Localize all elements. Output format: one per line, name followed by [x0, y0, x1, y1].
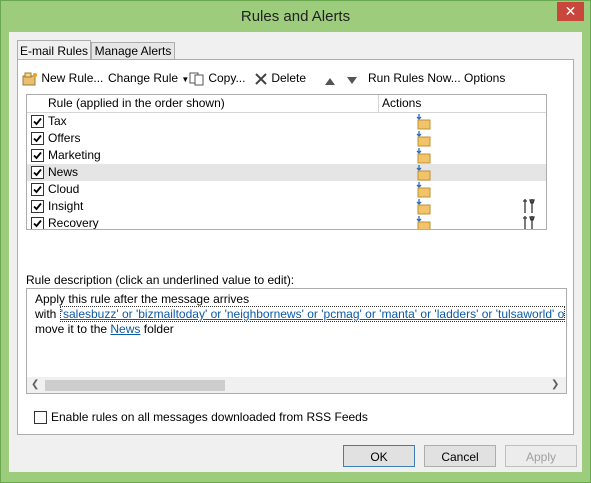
column-divider[interactable] — [378, 95, 379, 112]
rule-name: Marketing — [48, 148, 101, 162]
rule-name: Insight — [48, 199, 84, 213]
scrollbar-thumb[interactable] — [45, 380, 225, 391]
new-rule-icon — [22, 72, 37, 86]
move-down-button[interactable] — [346, 73, 358, 87]
specific-words-link[interactable]: 'salesbuzz' or 'bizmailtoday' or 'neighb… — [59, 306, 566, 322]
email-rules-panel: New Rule... Change Rule ▼ Copy... Delete — [17, 59, 574, 435]
rss-checkbox[interactable] — [34, 411, 47, 424]
arrow-up-icon — [325, 77, 335, 85]
description-line: Apply this rule after the message arrive… — [35, 292, 250, 306]
folder-link[interactable]: News — [110, 322, 140, 336]
apply-button[interactable]: Apply — [505, 445, 577, 467]
rule-description-box: Apply this rule after the message arrive… — [26, 288, 567, 394]
close-button[interactable]: ✕ — [557, 2, 584, 21]
new-rule-button[interactable]: New Rule... — [22, 71, 103, 86]
rule-name: Offers — [48, 131, 81, 145]
checkmark-icon — [33, 134, 42, 143]
run-rules-now-button[interactable]: Run Rules Now... — [368, 71, 461, 85]
description-text: move it to the — [35, 322, 108, 336]
scroll-right-icon[interactable]: ❯ — [551, 379, 559, 390]
change-rule-button[interactable]: Change Rule ▼ — [108, 71, 189, 85]
move-to-folder-icon — [415, 216, 431, 229]
new-rule-label: New Rule... — [41, 71, 104, 85]
rules-list-header: Rule (applied in the order shown) Action… — [27, 95, 546, 113]
rules-toolbar: New Rule... Change Rule ▼ Copy... Delete — [22, 68, 566, 90]
options-button[interactable]: Options — [464, 71, 505, 85]
rule-checkbox[interactable] — [31, 217, 44, 229]
dialog-client: E-mail Rules Manage Alerts New Rule... C… — [9, 32, 582, 472]
title-bar: Rules and Alerts ✕ — [1, 1, 590, 33]
rule-row-tax[interactable]: Tax — [27, 113, 546, 130]
rule-checkbox[interactable] — [31, 200, 44, 213]
tab-email-rules[interactable]: E-mail Rules — [17, 40, 91, 60]
run-script-icon — [522, 215, 536, 229]
change-rule-label: Change Rule — [108, 71, 179, 85]
delete-icon — [255, 73, 267, 85]
delete-label: Delete — [271, 71, 307, 85]
description-hscrollbar[interactable]: ❮ ❯ — [27, 377, 566, 393]
rule-checkbox[interactable] — [31, 183, 44, 196]
checkmark-icon — [33, 151, 42, 160]
cancel-button[interactable]: Cancel — [424, 445, 496, 467]
description-text: with — [35, 307, 57, 321]
column-header-actions[interactable]: Actions — [382, 96, 421, 110]
rule-name: Recovery — [48, 216, 99, 230]
tab-manage-alerts[interactable]: Manage Alerts — [91, 42, 175, 60]
checkmark-icon — [33, 117, 42, 126]
description-text: folder — [143, 322, 174, 336]
rule-row-insight[interactable]: Insight — [27, 198, 546, 215]
rule-checkbox[interactable] — [31, 166, 44, 179]
rule-name: Cloud — [48, 182, 80, 196]
checkmark-icon — [33, 185, 42, 194]
rule-row-marketing[interactable]: Marketing — [27, 147, 546, 164]
delete-button[interactable]: Delete — [254, 71, 306, 86]
rule-checkbox[interactable] — [31, 132, 44, 145]
ok-button[interactable]: OK — [343, 445, 415, 467]
checkmark-icon — [33, 219, 42, 228]
checkmark-icon — [33, 168, 42, 177]
copy-button[interactable]: Copy... — [189, 71, 245, 86]
rules-list-scrollbar[interactable] — [546, 112, 547, 229]
copy-label: Copy... — [208, 71, 246, 85]
copy-icon — [189, 72, 204, 86]
rule-row-news[interactable]: News — [27, 164, 546, 181]
rule-row-recovery[interactable]: Recovery — [27, 215, 546, 230]
rule-name: Tax — [48, 114, 67, 128]
description-line: move it to the News folder — [35, 322, 174, 336]
rule-row-offers[interactable]: Offers — [27, 130, 546, 147]
rule-checkbox[interactable] — [31, 149, 44, 162]
move-up-button[interactable] — [324, 73, 336, 87]
rule-row-cloud[interactable]: Cloud — [27, 181, 546, 198]
arrow-down-icon — [347, 76, 357, 84]
rule-description-label: Rule description (click an underlined va… — [26, 273, 295, 287]
window-title: Rules and Alerts — [240, 8, 351, 25]
rule-name: News — [48, 165, 79, 179]
checkmark-icon — [33, 202, 42, 211]
rules-and-alerts-window: Rules and Alerts ✕ E-mail Rules Manage A… — [0, 0, 591, 483]
description-line: with 'salesbuzz' or 'bizmailtoday' or 'n… — [35, 306, 566, 322]
rule-checkbox[interactable] — [31, 115, 44, 128]
column-header-rule[interactable]: Rule (applied in the order shown) — [48, 96, 225, 110]
rules-list: Rule (applied in the order shown) Action… — [26, 94, 547, 230]
scroll-left-icon[interactable]: ❮ — [31, 379, 39, 390]
rss-option-label: Enable rules on all messages downloaded … — [51, 410, 368, 424]
